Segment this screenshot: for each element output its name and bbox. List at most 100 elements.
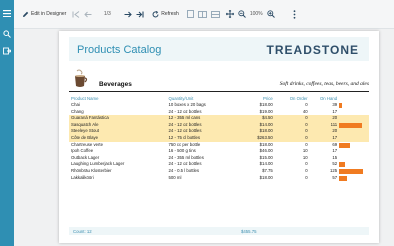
product-name-cell: Ipoh Coffee xyxy=(71,148,94,154)
stock-bar-cell xyxy=(339,121,369,129)
stock-bar-cell xyxy=(339,175,369,182)
price-cell: $18.00 xyxy=(259,174,273,180)
on-hand-cell: 52 xyxy=(332,161,338,167)
report-header: Products Catalog TREADSTONE xyxy=(69,37,369,61)
stock-bar xyxy=(339,103,342,108)
table-row: Guaraná Fantástica 12 - 355 ml cans $4.50 0… xyxy=(69,115,369,122)
page-number-input[interactable]: 1/3 xyxy=(100,11,114,17)
more-options-button[interactable] xyxy=(293,6,296,22)
report-title: Products Catalog xyxy=(77,44,162,56)
product-name-cell: Outback Lager xyxy=(71,154,100,160)
on-order-cell: 0 xyxy=(274,115,310,122)
zoom-out-button[interactable] xyxy=(238,6,246,22)
on-order-cell: 0 xyxy=(305,161,308,167)
stock-bar-cell xyxy=(339,115,369,122)
price-cell: $15.00 xyxy=(259,154,273,160)
prev-page-button[interactable] xyxy=(84,6,92,22)
on-hand-cell: 69 xyxy=(332,141,338,147)
first-page-button[interactable] xyxy=(72,6,80,22)
menu-icon[interactable] xyxy=(2,8,12,18)
price-cell: $18.00 xyxy=(259,102,273,107)
product-name-cell: Guaraná Fantástica xyxy=(69,115,167,122)
stock-bar-cell xyxy=(339,109,369,116)
column-header-stock-bar xyxy=(339,95,369,102)
table-row: Ipoh Coffee 16 - 500 g tins $46.00 10 17 xyxy=(69,148,369,155)
on-hand-cell: 17 xyxy=(309,134,340,142)
continuous-view-button[interactable] xyxy=(210,6,220,22)
on-order-cell: 0 xyxy=(274,121,310,129)
pan-button[interactable] xyxy=(225,6,234,22)
on-hand-cell: 125 xyxy=(329,167,338,173)
product-name-cell: Rhönbräu Klosterbier xyxy=(71,167,112,173)
product-name-cell: Chang xyxy=(71,108,84,114)
on-hand-cell: 39 xyxy=(332,102,338,107)
next-page-button[interactable] xyxy=(124,6,133,22)
product-name-cell: Côte de Blaye xyxy=(69,134,167,142)
zoom-in-icon xyxy=(266,10,275,18)
column-header-product-name: Product Name xyxy=(71,96,99,101)
table-row: Rhönbräu Klosterbier 24 - 0.5 l bottles $7… xyxy=(69,168,369,175)
stock-bar-cell xyxy=(339,148,369,155)
export-icon[interactable] xyxy=(2,46,12,56)
sidebar xyxy=(0,0,14,246)
column-header-quantity: Quantity/Unit xyxy=(168,96,194,101)
brand-logo: TREADSTONE xyxy=(266,43,359,57)
stock-bar xyxy=(339,142,351,148)
table-row: Laughing Lumberjack Lager 24 - 12 oz bott… xyxy=(69,161,369,168)
on-order-cell: 0 xyxy=(305,102,308,107)
stock-bar-cell xyxy=(339,168,369,175)
report-footer: Count: 12 $455.75 xyxy=(69,227,369,235)
price-cell: $18.00 xyxy=(237,128,275,135)
stock-bar xyxy=(339,122,362,128)
on-hand-cell: 57 xyxy=(332,174,338,180)
footer-count: Count: 12 xyxy=(73,228,92,234)
zoom-level[interactable]: 100% xyxy=(250,11,263,17)
table-row: Outback Lager 24 - 355 ml bottles $15.00 10… xyxy=(69,155,369,162)
report-viewer[interactable]: Products Catalog TREADSTONE Beverages So… xyxy=(14,29,394,246)
on-hand-cell: 111 xyxy=(309,121,340,129)
table-row: Steeleye Stout 24 - 12 oz bottles $18.00 0 2… xyxy=(69,128,369,135)
on-hand-cell: 20 xyxy=(309,128,340,135)
view-mode-button[interactable] xyxy=(197,6,207,22)
on-hand-cell: 17 xyxy=(332,108,338,114)
product-name-cell: Chai xyxy=(71,102,80,107)
continuous-view-icon xyxy=(210,10,220,18)
footer-total: $455.75 xyxy=(241,228,257,234)
beverage-cup-icon xyxy=(73,69,89,89)
print-layout-button[interactable] xyxy=(186,6,194,22)
on-order-cell: 40 xyxy=(302,108,308,114)
table-row: Lakkalikööri 500 ml $18.00 0 57 xyxy=(69,175,369,182)
last-page-button[interactable] xyxy=(136,6,144,22)
on-order-cell: 0 xyxy=(274,134,310,142)
zoom-in-button[interactable] xyxy=(266,6,275,22)
quantity-cell: 750 cc per bottle xyxy=(168,141,201,147)
product-name-cell: Lakkalikööri xyxy=(71,174,94,180)
arrow-left-icon xyxy=(84,11,92,17)
quantity-cell: 500 ml xyxy=(168,174,182,180)
category-description: Soft drinks, coffees, teas, beers, and a… xyxy=(279,81,369,87)
column-header-on-order: On Order xyxy=(289,96,308,101)
edit-designer-button[interactable]: Edit in Designer xyxy=(22,6,66,22)
toolbar: Edit in Designer 1/3 Refresh 100% xyxy=(14,0,394,29)
search-icon[interactable] xyxy=(2,29,12,39)
on-order-cell: 10 xyxy=(302,154,308,160)
page-layout-icon xyxy=(186,10,194,18)
product-name-cell: Steeleye Stout xyxy=(69,128,167,135)
stock-bar-cell xyxy=(339,142,369,149)
price-cell: $7.75 xyxy=(262,167,273,173)
on-hand-cell: 20 xyxy=(309,115,340,122)
report-page: Products Catalog TREADSTONE Beverages So… xyxy=(59,31,379,243)
more-vertical-icon xyxy=(293,9,296,19)
stock-bar-cell xyxy=(339,128,369,135)
table-row: Chartreuse verte 750 cc per bottle $18.00 0… xyxy=(69,142,369,149)
price-cell: $18.00 xyxy=(259,141,273,147)
column-header-price: Price xyxy=(263,96,273,101)
quantity-cell: 16 - 500 g tins xyxy=(168,148,196,154)
move-icon xyxy=(225,10,234,18)
refresh-icon xyxy=(152,10,159,17)
refresh-button[interactable]: Refresh xyxy=(152,6,179,22)
price-cell: $14.00 xyxy=(237,121,275,129)
category-divider xyxy=(69,91,369,92)
table-row: Côte de Blaye 12 - 75 cl bottles $263.50 0 1… xyxy=(69,134,369,142)
table-row: Chang 24 - 12 oz bottles $19.00 40 17 xyxy=(69,109,369,116)
